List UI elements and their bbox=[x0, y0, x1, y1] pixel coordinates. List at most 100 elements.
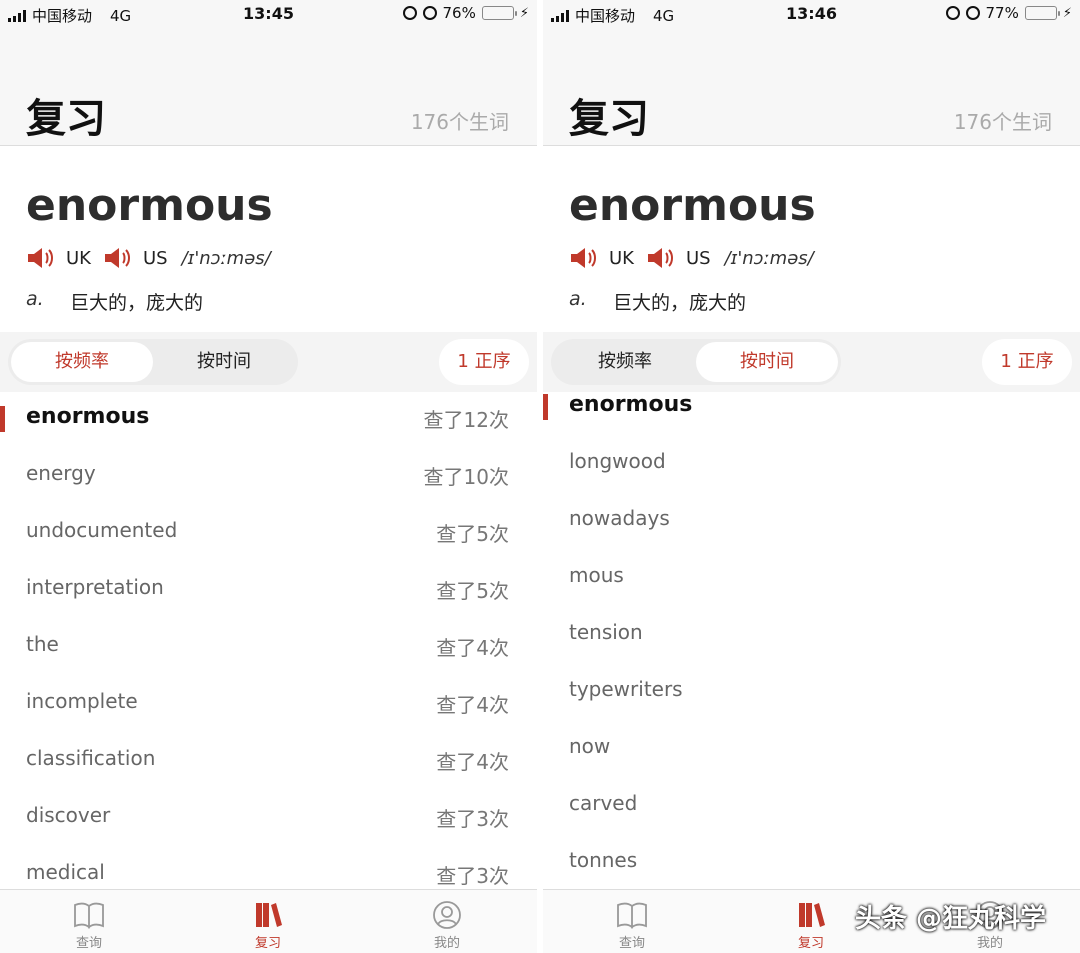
definition-row: a. 巨大的，庞大的 bbox=[569, 288, 746, 315]
list-item[interactable]: the 查了4次 bbox=[0, 620, 537, 677]
nav-review[interactable]: 复习 bbox=[751, 890, 871, 953]
nav-lookup-label: 查询 bbox=[75, 936, 102, 951]
tab-by-time[interactable]: 按时间 bbox=[153, 342, 295, 382]
list-item-word: carved bbox=[569, 791, 638, 815]
books-icon bbox=[256, 903, 282, 927]
list-item[interactable]: typewriters bbox=[543, 665, 1080, 722]
tab-by-frequency[interactable]: 按频率 bbox=[11, 342, 153, 382]
list-item[interactable]: tonnes bbox=[543, 836, 1080, 877]
list-item[interactable]: carved bbox=[543, 779, 1080, 836]
charging-icon: ⚡ bbox=[519, 5, 529, 21]
status-bar: 中国移动 4G 13:46 77% ⚡ bbox=[543, 0, 1080, 28]
list-item[interactable]: classification 查了4次 bbox=[0, 734, 537, 791]
definition-row: a. 巨大的，庞大的 bbox=[26, 288, 203, 315]
part-of-speech: a. bbox=[569, 288, 587, 310]
headword: enormous bbox=[569, 180, 816, 231]
speaker-uk-icon[interactable] bbox=[26, 246, 56, 270]
nav-mine-label: 我的 bbox=[433, 936, 460, 951]
battery-percent: 76% bbox=[442, 4, 476, 22]
user-icon bbox=[433, 901, 461, 929]
sort-bar: 按频率 按时间 1 正序 bbox=[0, 332, 537, 392]
list-item[interactable]: undocumented 查了5次 bbox=[0, 506, 537, 563]
list-item-count: 查了4次 bbox=[436, 693, 509, 717]
battery-percent: 77% bbox=[985, 4, 1019, 22]
charging-icon: ⚡ bbox=[1062, 5, 1072, 21]
list-item-word: energy bbox=[26, 461, 96, 485]
list-item-word: mous bbox=[569, 563, 624, 587]
speaker-us-icon[interactable] bbox=[646, 246, 676, 270]
sort-segmented-control: 按频率 按时间 bbox=[8, 339, 298, 385]
screen-by-frequency: 中国移动 4G 13:45 76% ⚡ 复习 176个生词 enormous U… bbox=[0, 0, 537, 953]
list-item[interactable]: enormous 查了12次 bbox=[0, 392, 537, 449]
list-item[interactable]: now bbox=[543, 722, 1080, 779]
screen-by-time: 中国移动 4G 13:46 77% ⚡ 复习 176个生词 enormous U… bbox=[543, 0, 1080, 953]
list-item-word: longwood bbox=[569, 449, 666, 473]
status-bar: 中国移动 4G 13:45 76% ⚡ bbox=[0, 0, 537, 28]
list-item-count: 查了3次 bbox=[436, 807, 509, 831]
book-open-icon bbox=[617, 902, 647, 929]
speaker-uk-icon[interactable] bbox=[569, 246, 599, 270]
uk-label[interactable]: UK bbox=[609, 248, 634, 269]
header: 复习 176个生词 bbox=[0, 28, 537, 146]
bottom-nav: 查询 复习 我的 bbox=[0, 889, 537, 953]
list-item-word: enormous bbox=[569, 392, 693, 417]
definition: 巨大的，庞大的 bbox=[70, 292, 204, 314]
list-item-count: 查了3次 bbox=[436, 864, 509, 888]
list-item[interactable]: tension bbox=[543, 608, 1080, 665]
list-item-count: 查了12次 bbox=[423, 408, 509, 432]
list-item-word: now bbox=[569, 734, 611, 758]
list-item[interactable]: interpretation 查了5次 bbox=[0, 563, 537, 620]
list-item-word: undocumented bbox=[26, 518, 178, 542]
list-item-count: 查了10次 bbox=[423, 465, 509, 489]
phonetic: /ɪ'nɔːməs/ bbox=[181, 247, 271, 269]
list-item[interactable]: nowadays bbox=[543, 494, 1080, 551]
list-item-word: typewriters bbox=[569, 677, 683, 701]
list-item-word: nowadays bbox=[569, 506, 670, 530]
nav-lookup-label: 查询 bbox=[618, 936, 645, 951]
books-icon bbox=[799, 903, 825, 927]
page-title: 复习 bbox=[26, 96, 106, 142]
uk-label[interactable]: UK bbox=[66, 248, 91, 269]
word-list[interactable]: enormous 查了12次 energy 查了10次 undocumented 查了5次… bbox=[0, 392, 537, 889]
nav-review-label: 复习 bbox=[797, 936, 824, 951]
order-toggle-button[interactable]: 1 正序 bbox=[982, 339, 1072, 385]
battery-icon bbox=[1024, 6, 1060, 20]
us-label[interactable]: US bbox=[686, 248, 711, 269]
list-item[interactable]: medical 查了3次 bbox=[0, 848, 537, 889]
pronunciation-row: UK US /ɪ'nɔːməs/ bbox=[26, 246, 271, 270]
list-item-word: discover bbox=[26, 803, 111, 827]
list-item-word: medical bbox=[26, 860, 105, 884]
word-list[interactable]: enormous longwood nowadays mous tension typew… bbox=[543, 380, 1080, 877]
list-item[interactable]: mous bbox=[543, 551, 1080, 608]
list-item[interactable]: longwood bbox=[543, 437, 1080, 494]
orientation-lock-icon bbox=[402, 6, 417, 20]
headword: enormous bbox=[26, 180, 273, 231]
nav-lookup[interactable]: 查询 bbox=[572, 890, 692, 953]
book-open-icon bbox=[74, 902, 104, 929]
list-item-word: enormous bbox=[26, 404, 150, 429]
nav-lookup[interactable]: 查询 bbox=[29, 890, 149, 953]
list-item-count: 查了5次 bbox=[436, 522, 509, 546]
word-count: 176个生词 bbox=[410, 110, 509, 134]
nav-review[interactable]: 复习 bbox=[208, 890, 328, 953]
tab-by-time[interactable]: 按时间 bbox=[696, 342, 838, 382]
list-item-word: interpretation bbox=[26, 575, 164, 599]
list-item-count: 查了4次 bbox=[436, 636, 509, 660]
sort-segmented-control: 按频率 按时间 bbox=[551, 339, 841, 385]
list-item[interactable]: incomplete 查了4次 bbox=[0, 677, 537, 734]
definition: 巨大的，庞大的 bbox=[613, 292, 747, 314]
list-item[interactable]: energy 查了10次 bbox=[0, 449, 537, 506]
list-item-word: classification bbox=[26, 746, 156, 770]
nav-review-label: 复习 bbox=[254, 936, 281, 951]
nav-mine[interactable]: 我的 bbox=[387, 890, 507, 953]
watermark: 头条 @狂丸科学 bbox=[855, 904, 1047, 934]
list-item-word: the bbox=[26, 632, 59, 656]
order-toggle-button[interactable]: 1 正序 bbox=[439, 339, 529, 385]
battery-icon bbox=[481, 6, 517, 20]
list-item[interactable]: discover 查了3次 bbox=[0, 791, 537, 848]
speaker-us-icon[interactable] bbox=[103, 246, 133, 270]
tab-by-frequency[interactable]: 按频率 bbox=[554, 342, 696, 382]
list-item-count: 查了4次 bbox=[436, 750, 509, 774]
list-item[interactable]: enormous bbox=[543, 380, 1080, 437]
us-label[interactable]: US bbox=[143, 248, 168, 269]
